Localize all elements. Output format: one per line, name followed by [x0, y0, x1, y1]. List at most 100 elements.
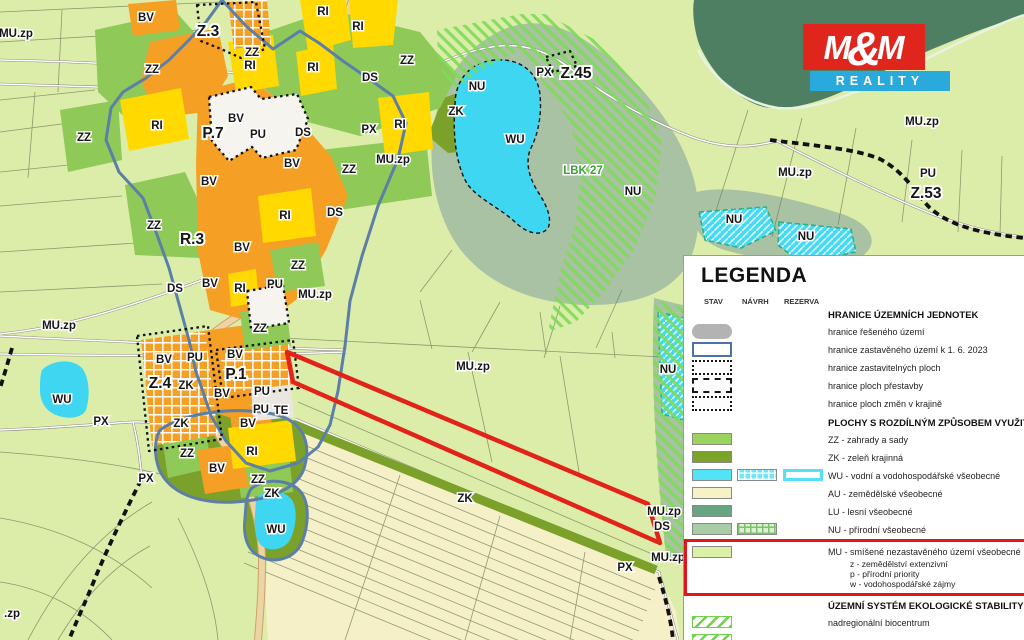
map-label: NU: [660, 364, 677, 376]
legend-swatch-rezerva: [783, 469, 823, 481]
map-label: ZK: [178, 380, 194, 392]
legend-sections: HRANICE ÚZEMNÍCH JEDNOTEKhranice řešenéh…: [684, 308, 1024, 640]
map-label: ZK: [457, 493, 473, 505]
legend-row: ZK - zeleň krajinná: [684, 449, 1024, 467]
legend-swatch-stav: [692, 342, 732, 357]
map-label: RI: [394, 119, 406, 131]
map-label: MU.zp: [376, 154, 410, 166]
legend-sub-label: w - vodohospodářské zájmy: [850, 579, 955, 589]
map-label: MU.zp: [647, 506, 681, 518]
map-label: R.3: [180, 231, 205, 248]
map-label: PX: [138, 473, 154, 485]
map-label: MU.zp: [905, 116, 939, 128]
legend-swatch-stav: [692, 451, 732, 463]
legend-row-label: MU - smíšené nezastavěného území všeobec…: [828, 547, 1021, 557]
map-label: RI: [317, 6, 329, 18]
map-label: BV: [234, 242, 250, 254]
map-label: BV: [209, 463, 225, 475]
map-label: DS: [167, 283, 183, 295]
map-label: BV: [202, 278, 218, 290]
map-label: NU: [798, 231, 815, 243]
map-label: TE: [274, 405, 289, 417]
map-label: PU: [267, 279, 283, 291]
legend-swatch-stav: [692, 616, 732, 628]
map-label: RI: [234, 283, 246, 295]
map-label: NU: [625, 186, 642, 198]
map-label: ZZ: [251, 474, 265, 486]
map-label: PX: [617, 562, 633, 574]
map-label: Z.3: [197, 23, 220, 40]
map-label: NU: [726, 214, 743, 226]
map-label: WU: [52, 394, 71, 406]
legend-swatch-stav: [692, 378, 732, 393]
map-label: WU: [505, 134, 524, 146]
legend-section-header: ÚZEMNÍ SYSTÉM EKOLOGICKÉ STABILITY: [828, 601, 1024, 612]
map-label: DS: [295, 127, 311, 139]
map-label: BV: [214, 388, 230, 400]
map-label: RI: [279, 210, 291, 222]
legend-row: hranice řešeného území: [684, 323, 1024, 341]
map-label: MU.zp: [651, 552, 685, 564]
legend-row-label: nadregionální biocentrum: [828, 618, 930, 628]
map-label: MU.zp: [778, 167, 812, 179]
map-label: BV: [138, 12, 154, 24]
legend-swatch-stav: [692, 546, 732, 558]
map-label: DS: [654, 521, 670, 533]
legend-row-label: WU - vodní a vodohospodářské všeobecné: [828, 471, 1000, 481]
legend-row: AU - zemědělské všeobecné: [684, 485, 1024, 503]
legend-sub-label: p - přírodní priority: [850, 569, 919, 579]
map-label: BV: [227, 349, 243, 361]
legend-row-label: hranice zastavitelných ploch: [828, 363, 941, 373]
map-label: PU: [187, 352, 203, 364]
legend-row: WU - vodní a vodohospodářské všeobecné: [684, 467, 1024, 485]
legend-swatch-stav: [692, 523, 732, 535]
map-label: MU.zp: [456, 361, 490, 373]
map-label: PU: [920, 168, 936, 180]
map-label: ZZ: [245, 47, 259, 59]
map-label: PX: [361, 124, 377, 136]
legend-row-label: NU - přírodní všeobecné: [828, 525, 926, 535]
map-label: PX: [93, 416, 109, 428]
map-label: PU: [253, 404, 269, 416]
map-screenshot: MU.zpBVZ.3ZZRIRIRIZZRIZZDSNUZKPXZ.45WULB…: [0, 0, 1024, 640]
legend-row-label: hranice ploch změn v krajině: [828, 399, 942, 409]
legend-row: nadregionální biocentrum: [684, 614, 1024, 632]
legend-swatch-stav: [692, 360, 732, 375]
map-label: ZK: [264, 488, 280, 500]
map-label: Z.53: [910, 185, 941, 202]
legend-row: hranice ploch přestavby: [684, 377, 1024, 395]
legend-row: MU - smíšené nezastavěného území všeobec…: [687, 544, 1024, 560]
map-label: MU.zp: [42, 320, 76, 332]
legend-row-label: AU - zemědělské všeobecné: [828, 489, 943, 499]
map-label: RI: [352, 21, 364, 33]
map-label: ZZ: [342, 164, 356, 176]
legend-column-stav: STAV: [704, 297, 723, 306]
map-label: PU: [250, 129, 266, 141]
legend-row-label: hranice ploch přestavby: [828, 381, 923, 391]
map-label: BV: [240, 418, 256, 430]
legend-row: hranice zastavěného území k 1. 6. 2023: [684, 341, 1024, 359]
legend-row: LU - lesní všeobecné: [684, 503, 1024, 521]
legend-row: hranice ploch změn v krajině: [684, 395, 1024, 413]
legend-swatch-navrh: [737, 469, 777, 481]
map-label: ZZ: [145, 64, 159, 76]
legend-row: NU - přírodní všeobecné: [684, 521, 1024, 539]
legend-row-label: LU - lesní všeobecné: [828, 507, 913, 517]
legend-row-label: ZZ - zahrady a sady: [828, 435, 908, 445]
map-label: P.1: [225, 366, 247, 383]
map-label: P.7: [202, 125, 223, 142]
legend-swatch-navrh: [737, 523, 777, 535]
map-label: RI: [151, 120, 163, 132]
map-label: ZK: [448, 106, 464, 118]
map-label: RI: [307, 62, 319, 74]
map-label: Z.45: [560, 65, 591, 82]
legend-swatch-stav: [692, 634, 732, 640]
map-label: .zp: [4, 608, 20, 620]
map-label: ZZ: [291, 260, 305, 272]
legend-row: ZZ - zahrady a sady: [684, 431, 1024, 449]
map-label: ZZ: [77, 132, 91, 144]
map-label: BV: [156, 354, 172, 366]
map-label: Z.4: [149, 375, 172, 392]
map-label: ZZ: [147, 220, 161, 232]
map-label: PX: [536, 67, 552, 79]
